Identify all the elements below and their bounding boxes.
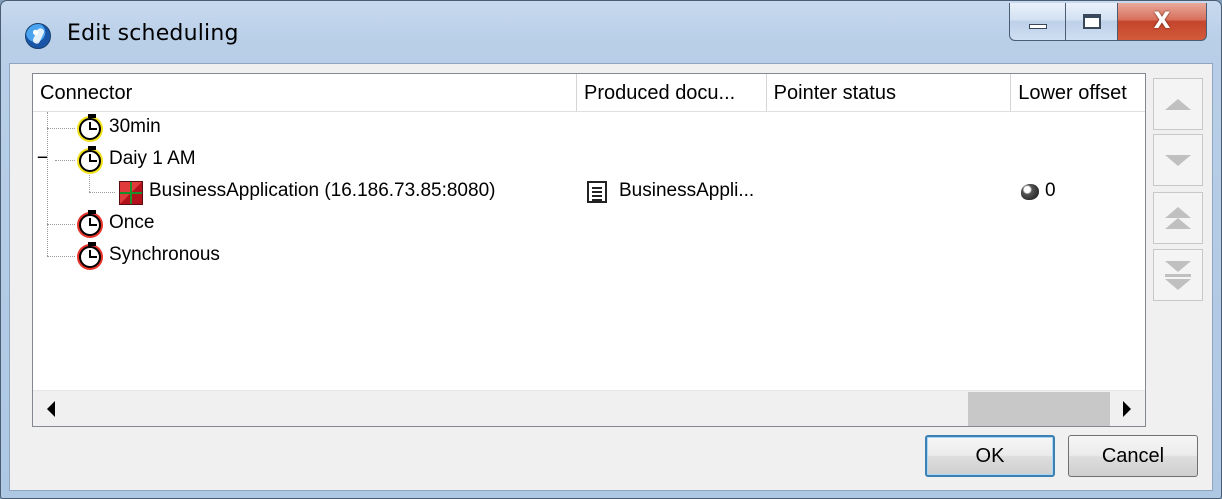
window-title: Edit scheduling: [67, 21, 239, 46]
list-item[interactable]: Once: [33, 208, 1145, 240]
minimize-button[interactable]: [1009, 3, 1065, 41]
stopwatch-red-icon: [79, 242, 101, 268]
offset-icon: [1021, 184, 1039, 200]
scrollbar-thumb[interactable]: [968, 392, 1110, 426]
move-to-top-button[interactable]: [1153, 192, 1203, 244]
minimize-icon: [1028, 24, 1047, 29]
bar-icon: [1165, 273, 1191, 277]
scheduling-list-view[interactable]: Connector Produced docu... Pointer statu…: [32, 73, 1146, 427]
caption-buttons: X: [1009, 3, 1207, 43]
column-header-lower-offset[interactable]: Lower offset: [1011, 74, 1145, 112]
column-header-produced-document[interactable]: Produced docu...: [577, 74, 767, 112]
list-item[interactable]: Synchronous: [33, 240, 1145, 272]
document-icon: [587, 181, 607, 203]
list-item[interactable]: − Daiy 1 AM: [33, 144, 1145, 176]
connector-name: Once: [109, 212, 155, 233]
app-globe-icon: [25, 23, 51, 49]
arrow-down-icon: [1165, 278, 1191, 290]
connector-name: BusinessApplication (16.186.73.85:8080): [149, 180, 496, 201]
move-up-button[interactable]: [1153, 78, 1203, 130]
list-item[interactable]: 30min: [33, 112, 1145, 144]
collapse-icon[interactable]: −: [37, 147, 48, 168]
column-header-connector[interactable]: Connector: [33, 74, 578, 112]
maximize-button[interactable]: [1065, 3, 1117, 41]
column-header-pointer-status[interactable]: Pointer status: [766, 74, 1012, 112]
close-icon: X: [1153, 9, 1171, 34]
list-header: Connector Produced docu... Pointer statu…: [33, 74, 1145, 112]
scroll-right-button[interactable]: [1109, 391, 1145, 427]
arrow-down-icon: [1165, 260, 1191, 272]
title-bar[interactable]: Edit scheduling X: [1, 1, 1221, 63]
scroll-left-button[interactable]: [33, 391, 69, 427]
arrow-left-icon: [47, 401, 55, 417]
connector-name: 30min: [109, 116, 161, 137]
arrow-up-icon: [1165, 98, 1191, 110]
list-item[interactable]: BusinessApplication (16.186.73.85:8080) …: [33, 176, 1145, 208]
horizontal-scrollbar[interactable]: [33, 390, 1145, 426]
lower-offset: 0: [1045, 180, 1056, 201]
stopwatch-yellow-icon: [79, 146, 101, 172]
cancel-button[interactable]: Cancel: [1068, 435, 1198, 477]
dialog-client-area: Connector Produced docu... Pointer statu…: [9, 63, 1213, 491]
edit-scheduling-dialog: Edit scheduling X Connector Produced doc…: [0, 0, 1222, 499]
arrow-right-icon: [1123, 401, 1131, 417]
maximize-icon: [1082, 14, 1101, 29]
arrow-up-icon: [1165, 207, 1191, 218]
produced-document: BusinessAppli...: [619, 180, 755, 201]
ok-button[interactable]: OK: [925, 435, 1055, 477]
move-to-bottom-button[interactable]: [1153, 249, 1203, 301]
arrow-down-icon: [1165, 154, 1191, 166]
connector-name: Daiy 1 AM: [109, 148, 196, 169]
close-button[interactable]: X: [1117, 3, 1207, 41]
move-down-button[interactable]: [1153, 134, 1203, 186]
stopwatch-yellow-icon: [79, 114, 101, 140]
stopwatch-red-icon: [79, 210, 101, 236]
connector-name: Synchronous: [109, 244, 220, 265]
arrow-up-icon: [1165, 218, 1191, 229]
application-icon: [119, 181, 143, 205]
